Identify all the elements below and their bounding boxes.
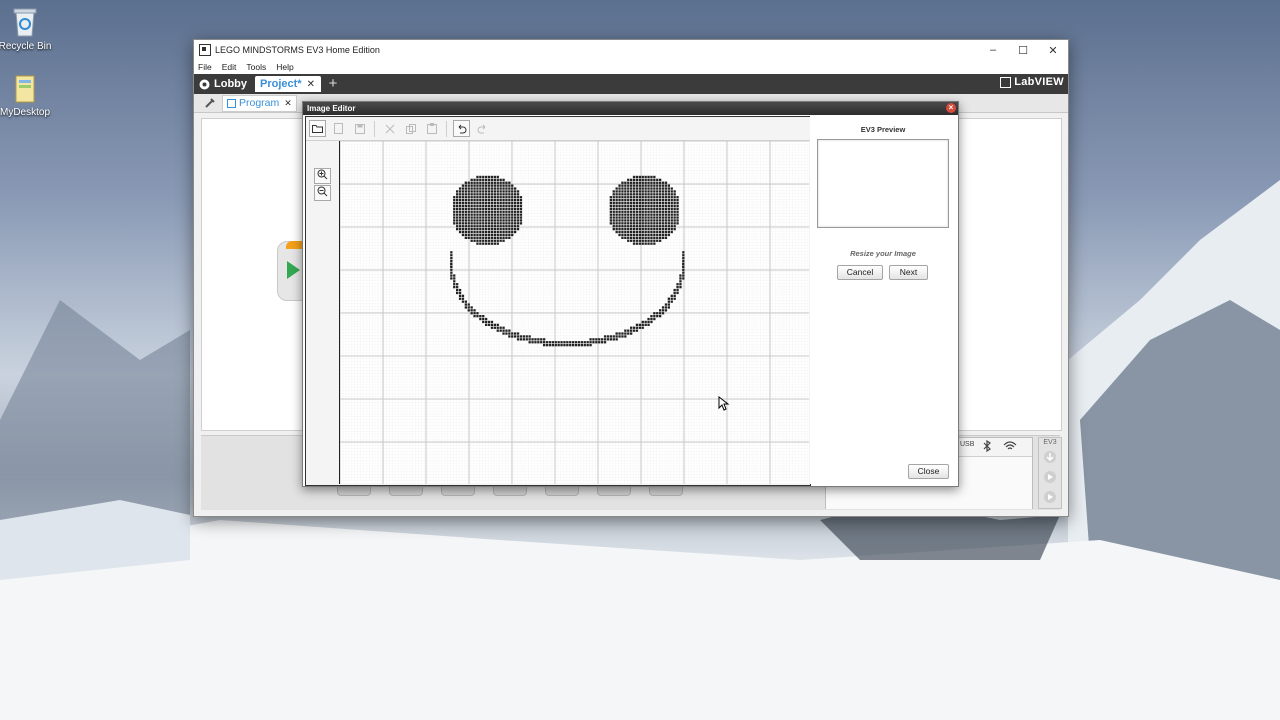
wrench-icon[interactable]: [204, 97, 216, 109]
menu-edit[interactable]: Edit: [218, 62, 243, 72]
new-icon[interactable]: [330, 120, 347, 137]
next-button[interactable]: Next: [889, 265, 928, 280]
save-icon[interactable]: [351, 120, 368, 137]
maximize-button[interactable]: ☐: [1008, 44, 1038, 57]
desktop-icon-recycle-bin[interactable]: Recycle Bin: [0, 6, 61, 52]
app-icon: [199, 44, 211, 56]
window-titlebar[interactable]: LEGO MINDSTORMS EV3 Home Edition – ☐ ✕: [194, 40, 1068, 60]
program-icon: [227, 98, 236, 108]
tab-lobby-label: Lobby: [214, 78, 247, 90]
zoom-out-icon: [317, 186, 328, 197]
tab-project[interactable]: Project* ✕: [255, 76, 321, 92]
minimize-button[interactable]: –: [978, 44, 1008, 56]
side-panel: EV3 Preview Resize your Image Cancel Nex…: [810, 116, 956, 484]
zoom-in-button[interactable]: [314, 168, 331, 184]
labview-label: LabVIEW: [1014, 76, 1064, 88]
run-icon[interactable]: [1043, 470, 1057, 484]
project-tab-bar: Lobby Project* ✕ + LabVIEW: [194, 74, 1068, 94]
usb-label: USB: [960, 441, 975, 448]
menu-tools[interactable]: Tools: [242, 62, 272, 72]
undo-icon[interactable]: [453, 120, 470, 137]
redo-icon[interactable]: [474, 120, 491, 137]
paste-icon[interactable]: [423, 120, 440, 137]
ev3-label: EV3: [1043, 439, 1057, 446]
hardware-side-controls: EV3: [1038, 437, 1062, 509]
close-window-button[interactable]: ✕: [1038, 44, 1068, 57]
zoom-in-icon: [317, 169, 328, 180]
tab-lobby[interactable]: Lobby: [194, 76, 253, 92]
labview-logo: LabVIEW: [1000, 76, 1064, 88]
image-editor-dialog: Image Editor × EV3 Preview Resize your I…: [302, 101, 959, 487]
pixel-canvas[interactable]: [339, 140, 809, 484]
copy-icon[interactable]: [402, 120, 419, 137]
mouse-cursor-icon: [718, 396, 730, 411]
ev3-preview-box: [817, 139, 949, 228]
tab-project-label: Project*: [260, 78, 302, 90]
menu-help[interactable]: Help: [272, 62, 299, 72]
close-button[interactable]: Close: [908, 464, 949, 479]
folder-icon: [10, 72, 40, 104]
toolbar-separator: [374, 120, 375, 137]
add-project-button[interactable]: +: [326, 76, 340, 91]
pixel-grid[interactable]: [339, 140, 809, 484]
wifi-icon[interactable]: [1003, 440, 1017, 452]
desktop-icon-label: Recycle Bin: [0, 41, 52, 52]
download-icon[interactable]: [1043, 450, 1057, 464]
resize-label: Resize your Image: [850, 249, 916, 258]
dialog-titlebar[interactable]: Image Editor ×: [303, 102, 958, 115]
zoom-column: [306, 141, 340, 484]
run-selected-icon[interactable]: [1043, 490, 1057, 504]
cancel-button[interactable]: Cancel: [837, 265, 883, 280]
desktop-icon-mydesktop[interactable]: MyDesktop: [0, 72, 61, 118]
home-icon: [199, 79, 210, 89]
tab-program[interactable]: Program ✕: [222, 94, 297, 112]
play-icon: [287, 261, 300, 279]
toolbar-separator: [446, 120, 447, 137]
dialog-close-icon[interactable]: ×: [946, 103, 956, 113]
dialog-title: Image Editor: [307, 104, 356, 113]
bluetooth-icon[interactable]: [982, 440, 992, 452]
close-program-tab-icon[interactable]: ✕: [284, 98, 292, 109]
preview-title: EV3 Preview: [860, 125, 906, 134]
tab-program-label: Program: [239, 97, 280, 109]
desktop-icon-label: MyDesktop: [0, 107, 50, 118]
menu-bar: File Edit Tools Help: [194, 60, 1068, 74]
editor-area: [305, 116, 811, 486]
close-tab-icon[interactable]: ✕: [307, 79, 315, 90]
recycle-bin-icon: [10, 6, 40, 38]
menu-file[interactable]: File: [194, 62, 218, 72]
open-icon[interactable]: [309, 120, 326, 137]
zoom-out-button[interactable]: [314, 185, 331, 201]
window-title: LEGO MINDSTORMS EV3 Home Edition: [215, 45, 380, 55]
editor-toolbar: [306, 117, 810, 141]
labview-icon: [1000, 76, 1012, 88]
cut-icon[interactable]: [381, 120, 398, 137]
